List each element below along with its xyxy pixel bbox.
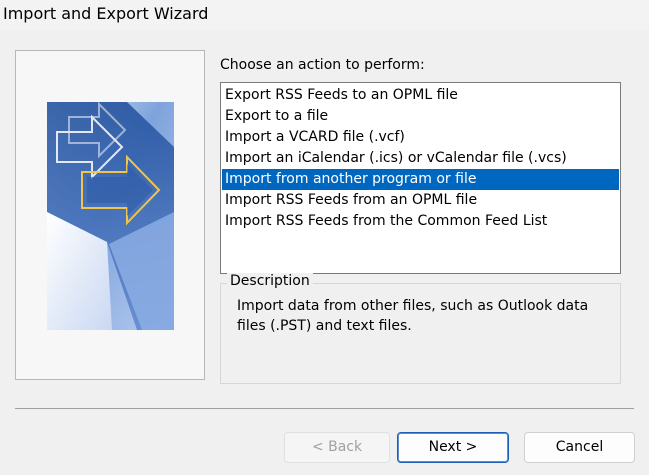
description-legend: Description bbox=[227, 273, 313, 289]
list-item[interactable]: Import from another program or file bbox=[222, 169, 619, 190]
next-button[interactable]: Next > bbox=[397, 432, 509, 463]
action-prompt-label: Choose an action to perform: bbox=[220, 57, 425, 73]
wizard-illustration-icon bbox=[47, 102, 174, 330]
list-item[interactable]: Import RSS Feeds from an OPML file bbox=[222, 190, 619, 211]
action-listbox[interactable]: Export RSS Feeds to an OPML file Export t… bbox=[220, 82, 621, 274]
footer-separator bbox=[15, 408, 634, 409]
list-item[interactable]: Import an iCalendar (.ics) or vCalendar … bbox=[222, 148, 619, 169]
window-title: Import and Export Wizard bbox=[3, 4, 209, 23]
list-item[interactable]: Import a VCARD file (.vcf) bbox=[222, 127, 619, 148]
back-button[interactable]: < Back bbox=[284, 432, 390, 463]
list-item[interactable]: Export RSS Feeds to an OPML file bbox=[222, 85, 619, 106]
list-item[interactable]: Import RSS Feeds from the Common Feed Li… bbox=[222, 211, 619, 232]
description-text: Import data from other files, such as Ou… bbox=[237, 298, 589, 334]
description-groupbox: Description Import data from other files… bbox=[220, 273, 621, 384]
cancel-button[interactable]: Cancel bbox=[524, 432, 635, 463]
title-bar: Import and Export Wizard bbox=[0, 0, 649, 30]
list-item[interactable]: Export to a file bbox=[222, 106, 619, 127]
wizard-illustration-panel bbox=[15, 50, 205, 380]
